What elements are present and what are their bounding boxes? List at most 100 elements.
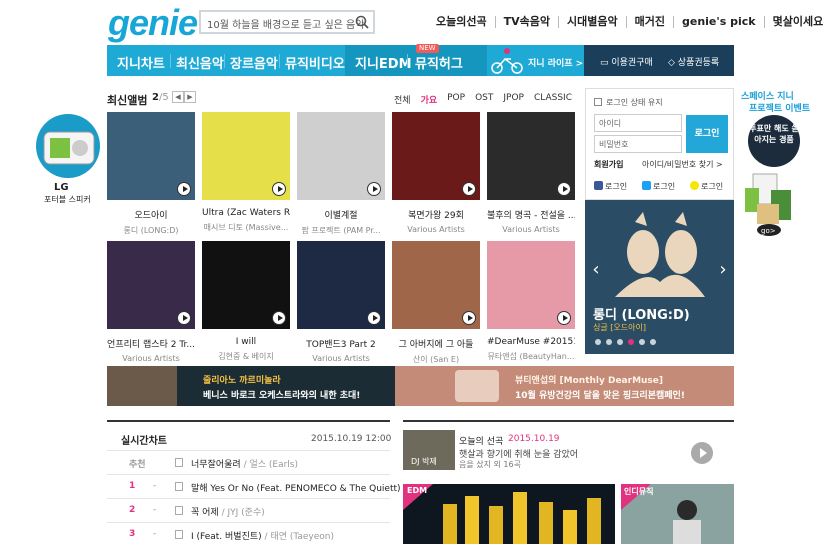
album-title[interactable]: 이별계절 bbox=[297, 208, 385, 221]
chart-song[interactable]: 너무잘어울려 / 얼스 (Earls) bbox=[191, 457, 298, 470]
slide-dot[interactable] bbox=[650, 339, 656, 345]
play-icon[interactable] bbox=[272, 311, 286, 325]
lyrics-icon[interactable] bbox=[175, 530, 183, 539]
album-card[interactable]: 오드아이롱디 (LONG:D) bbox=[107, 112, 195, 236]
album-title[interactable]: TOP밴드3 Part 2 bbox=[297, 337, 385, 350]
join-link[interactable]: 회원가입 bbox=[594, 159, 623, 170]
menu-edm[interactable]: 지니EDM bbox=[355, 53, 412, 72]
album-artist[interactable]: Various Artists bbox=[297, 354, 385, 363]
slide-dot[interactable] bbox=[617, 339, 623, 345]
play-icon[interactable] bbox=[557, 182, 571, 196]
album-cover[interactable] bbox=[107, 241, 195, 329]
tab-classic[interactable]: CLASSIC bbox=[534, 93, 572, 106]
concert-banner[interactable]: 줄리아노 까르미놀라 베니스 바로크 오케스트라와의 내한 초대! bbox=[107, 366, 395, 406]
play-icon[interactable] bbox=[367, 311, 381, 325]
album-card[interactable]: Ultra (Zac Waters Re... 매시브 디토 (Massive..… bbox=[202, 112, 290, 233]
tab-pop[interactable]: POP bbox=[447, 93, 465, 106]
tab-kpop[interactable]: 가요 bbox=[421, 93, 438, 106]
album-card[interactable]: I will 김현중 & 베이지 bbox=[202, 241, 290, 362]
chart-song[interactable]: 꼭 어제 / JYJ (준수) bbox=[191, 505, 265, 518]
chart-artist[interactable]: / 얼스 (Earls) bbox=[244, 460, 298, 470]
play-button[interactable] bbox=[691, 442, 713, 464]
menu-musichug[interactable]: 뮤직허그 bbox=[415, 53, 463, 72]
album-artist[interactable]: Various Artists bbox=[107, 354, 195, 363]
chart-song[interactable]: I (Feat. 버벌진트) / 태연 (Taeyeon) bbox=[191, 529, 334, 542]
album-cover[interactable] bbox=[297, 241, 385, 329]
register-voucher-link[interactable]: ◇ 상품권등록 bbox=[668, 55, 719, 68]
album-card[interactable]: 복면가왕 29회 Various Artists bbox=[392, 112, 480, 234]
album-title[interactable]: Ultra (Zac Waters Re... bbox=[202, 208, 290, 218]
next-slide-arrow[interactable]: › bbox=[716, 258, 730, 282]
prev-page-button[interactable]: ◀ bbox=[172, 91, 184, 103]
chart-row[interactable]: 1 - 말해 Yes Or No (Feat. PENOMECO & The Qui… bbox=[107, 474, 401, 497]
topnav-genies-pick[interactable]: genie's pick bbox=[674, 16, 765, 28]
lyrics-icon[interactable] bbox=[175, 506, 183, 515]
play-icon[interactable] bbox=[177, 182, 191, 196]
album-title[interactable]: 오드아이 bbox=[107, 208, 195, 221]
login-button[interactable]: 로그인 bbox=[686, 115, 728, 153]
album-cover[interactable] bbox=[487, 112, 575, 200]
genie-life-label[interactable]: 지니 라이프 > bbox=[528, 56, 583, 69]
indie-banner[interactable]: 인디뮤직 bbox=[621, 484, 734, 544]
album-title[interactable]: 언프리티 랩스타 2 Tr... bbox=[107, 337, 195, 350]
play-icon[interactable] bbox=[272, 182, 286, 196]
album-artist[interactable]: 롱디 (LONG:D) bbox=[107, 225, 195, 236]
album-card[interactable]: 불후의 명곡 - 전설을 ... Various Artists bbox=[487, 112, 575, 234]
play-icon[interactable] bbox=[177, 311, 191, 325]
album-title[interactable]: 불후의 명곡 - 전설을 ... bbox=[487, 208, 575, 221]
album-artist[interactable]: 김현중 & 베이지 bbox=[202, 351, 290, 362]
album-cover[interactable] bbox=[202, 112, 290, 200]
album-cover[interactable] bbox=[487, 241, 575, 329]
topnav-tv[interactable]: TV속음악 bbox=[496, 16, 559, 28]
twitter-login[interactable]: 로그인 bbox=[642, 181, 675, 192]
slide-dot[interactable] bbox=[628, 339, 634, 345]
dj-photo[interactable]: DJ 박제 bbox=[403, 430, 455, 470]
play-icon[interactable] bbox=[557, 311, 571, 325]
album-title[interactable]: 복면가왕 29회 bbox=[392, 208, 480, 221]
album-artist[interactable]: Various Artists bbox=[392, 225, 480, 234]
album-card[interactable]: TOP밴드3 Part 2 Various Artists bbox=[297, 241, 385, 363]
album-cover[interactable] bbox=[297, 112, 385, 200]
menu-latest[interactable]: 최신음악 bbox=[176, 53, 224, 72]
chart-artist[interactable]: / 태연 (Taeyeon) bbox=[265, 532, 334, 542]
album-card[interactable]: 언프리티 랩스타 2 Tr... Various Artists bbox=[107, 241, 195, 363]
lyrics-icon[interactable] bbox=[175, 458, 183, 467]
chart-row[interactable]: 3 - I (Feat. 버벌진트) / 태연 (Taeyeon) bbox=[107, 522, 390, 544]
facebook-login[interactable]: 로그인 bbox=[594, 181, 627, 192]
prize-image[interactable]: go> bbox=[743, 168, 797, 238]
password-field[interactable]: 비밀번호 bbox=[594, 135, 682, 153]
topnav-age[interactable]: 몇살이세요 bbox=[765, 16, 832, 28]
vote-badge[interactable]: 투표만 해도 쏟아지는 경품 bbox=[748, 115, 800, 167]
album-cover[interactable] bbox=[202, 241, 290, 329]
keep-login-checkbox[interactable] bbox=[594, 98, 602, 106]
topnav-era[interactable]: 시대별음악 bbox=[559, 16, 627, 28]
album-artist[interactable]: 매시브 디토 (Massive... bbox=[202, 222, 290, 233]
album-artist[interactable]: Various Artists bbox=[487, 225, 575, 234]
topnav-today[interactable]: 오늘의선곡 bbox=[428, 16, 496, 28]
play-icon[interactable] bbox=[462, 311, 476, 325]
album-artist[interactable]: 산이 (San E) bbox=[392, 354, 480, 365]
lyrics-icon[interactable] bbox=[175, 482, 183, 491]
next-page-button[interactable]: ▶ bbox=[184, 91, 196, 103]
pink-ribbon-banner[interactable]: 뷰티앤섭의 [Monthly DearMuse] 10월 유방건강의 달을 맞은… bbox=[395, 366, 734, 406]
slide-dot[interactable] bbox=[606, 339, 612, 345]
space-genie-ad-subtitle[interactable]: 프로젝트 이벤트 bbox=[749, 101, 810, 114]
chart-artist[interactable]: / JYJ (준수) bbox=[222, 508, 265, 518]
album-artist[interactable]: 뮤타앤섭 (BeautyHan... bbox=[487, 351, 575, 362]
featured-artist-banner[interactable]: ‹ › 롱디 (LONG:D) 싱글 [오드아이] bbox=[585, 200, 734, 354]
album-card[interactable]: 이별계절팜 프로젝트 (PAM Pr... bbox=[297, 112, 385, 236]
chart-song[interactable]: 말해 Yes Or No (Feat. PENOMECO & The Quiet… bbox=[191, 481, 401, 494]
tab-jpop[interactable]: JPOP bbox=[503, 93, 524, 106]
tab-ost[interactable]: OST bbox=[475, 93, 493, 106]
kakao-login[interactable]: 로그인 bbox=[690, 181, 723, 192]
genie-logo[interactable]: genie bbox=[108, 2, 198, 44]
album-title[interactable]: I will bbox=[202, 337, 290, 347]
menu-genre[interactable]: 장르음악 bbox=[230, 53, 278, 72]
chart-row[interactable]: 추천 너무잘어울려 / 얼스 (Earls) bbox=[107, 450, 390, 473]
edm-banner[interactable]: EDM bbox=[403, 484, 615, 544]
album-artist[interactable]: 팜 프로젝트 (PAM Pr... bbox=[297, 225, 385, 236]
menu-mv[interactable]: 뮤직비디오 bbox=[285, 53, 345, 72]
id-field[interactable]: 아이디 bbox=[594, 114, 682, 132]
album-cover[interactable] bbox=[392, 112, 480, 200]
chart-row[interactable]: 2 - 꼭 어제 / JYJ (준수) bbox=[107, 498, 390, 521]
